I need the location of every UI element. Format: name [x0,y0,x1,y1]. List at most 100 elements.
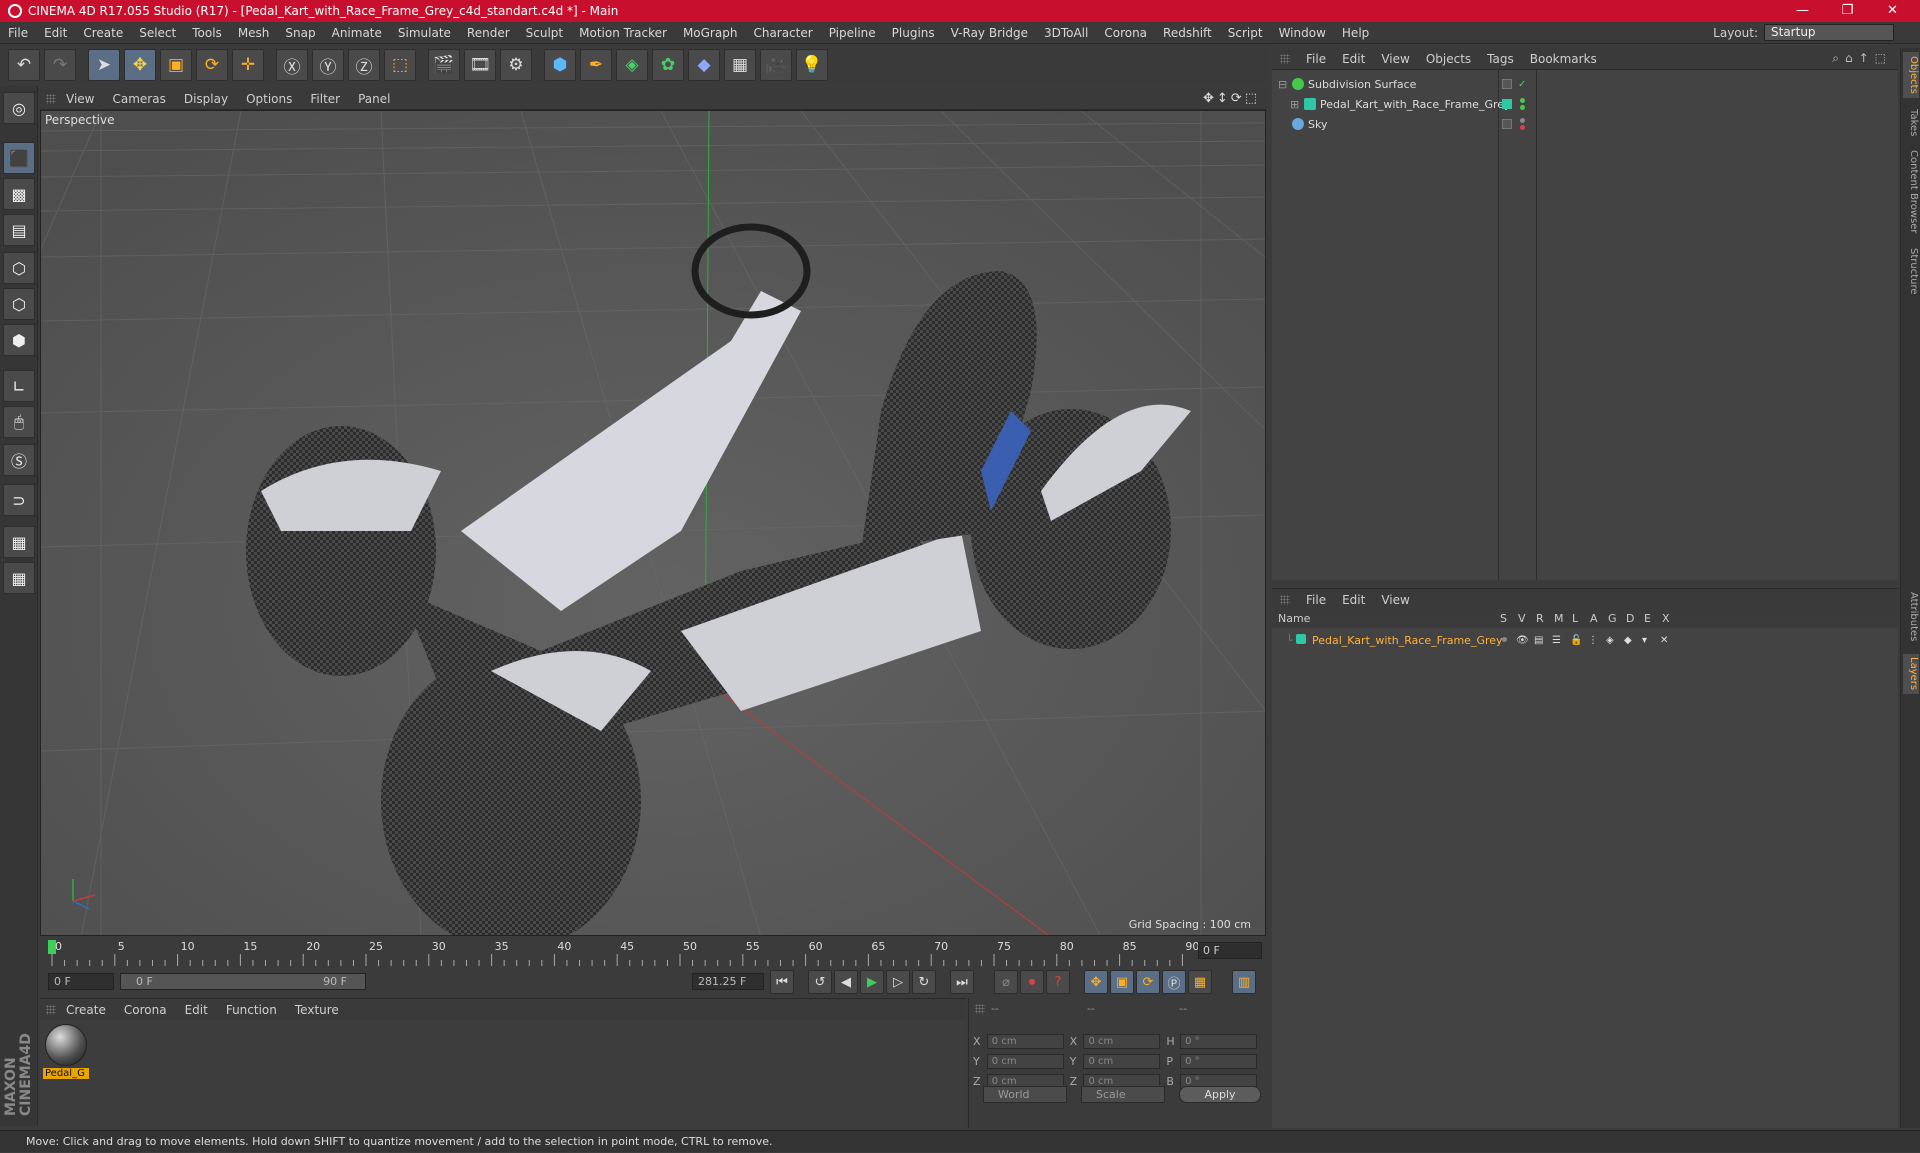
menu-redshift[interactable]: Redshift [1163,26,1212,40]
last-tool-icon[interactable]: ✛ [232,49,264,81]
viewport-menu-filter[interactable]: Filter [310,92,340,106]
viewport-perspective[interactable]: Perspective Grid Spacing : 100 cm [40,110,1266,936]
key-pla-icon[interactable]: ▦ [1188,970,1212,994]
layer-solo-dot[interactable] [1502,637,1507,642]
texture-mode-icon[interactable]: ▩ [3,178,35,210]
layer-render-icon[interactable]: ▤ [1534,635,1543,646]
scale-tool-icon[interactable]: ▣ [160,49,192,81]
magnet-icon[interactable]: ⊃ [3,484,35,516]
object-row-pedal-kart[interactable]: ⊞ Pedal_Kart_with_Race_Frame_Grey [1272,94,1898,114]
points-mode-icon[interactable]: ⬡ [3,252,35,284]
edges-mode-icon[interactable]: ⬡ [3,288,35,320]
viewport-menu-panel[interactable]: Panel [358,92,390,106]
visibility-toggle-icon[interactable] [1502,79,1512,89]
material-manager-area[interactable]: Pedal_G [40,1020,966,1128]
frame-range-slider[interactable]: 0 F 90 F [120,973,366,990]
material-menu-corona[interactable]: Corona [124,1003,167,1017]
z-axis-lock-icon[interactable]: Ⓩ [348,49,380,81]
object-menu-tags[interactable]: Tags [1487,52,1514,66]
menu-simulate[interactable]: Simulate [398,26,451,40]
menu-snap[interactable]: Snap [285,26,315,40]
coord-system-dropdown[interactable]: World [983,1086,1067,1103]
menu-mesh[interactable]: Mesh [238,26,270,40]
layer-manager-icon[interactable]: ☰ [1552,635,1561,646]
layer-col-deformers[interactable]: D [1626,612,1634,625]
menu-help[interactable]: Help [1342,26,1369,40]
layer-menu-view[interactable]: View [1381,593,1409,607]
make-editable-icon[interactable]: ◎ [3,92,35,124]
deformer-icon[interactable]: ◆ [688,49,720,81]
layer-col-name[interactable]: Name [1278,612,1310,625]
render-picture-viewer-icon[interactable]: 🎞 [464,49,496,81]
current-frame-field[interactable]: 0 F [1198,942,1262,959]
layer-lock-icon[interactable]: 🔓 [1570,635,1582,646]
object-manager-tree[interactable]: ⊟ Subdivision Surface ✓ ⊞ Pedal_Kart_wit… [1272,70,1898,580]
layer-xref-icon[interactable]: ✕ [1660,635,1668,646]
menu-corona[interactable]: Corona [1104,26,1147,40]
layer-col-expressions[interactable]: E [1644,612,1651,625]
layout-dropdown[interactable]: Startup [1764,24,1894,41]
size-x-field[interactable]: 0 cm [1083,1033,1161,1049]
layer-expression-icon[interactable]: ▾ [1642,635,1647,646]
close-icon[interactable]: ✕ [1870,0,1915,22]
layer-col-generators[interactable]: G [1608,612,1617,625]
menu-3dtoall[interactable]: 3DToAll [1044,26,1088,40]
goto-start-icon[interactable]: ⏮ [770,970,794,994]
menu-pipeline[interactable]: Pipeline [829,26,876,40]
collapse-icon[interactable]: ⊟ [1278,78,1287,91]
workplane-mode-icon[interactable]: ▤ [3,214,35,246]
layer-menu-file[interactable]: File [1306,593,1326,607]
layer-color-swatch[interactable] [1296,634,1306,644]
light-icon[interactable]: 💡 [796,49,828,81]
motion-path-icon[interactable]: ⌀ [994,970,1018,994]
editor-visibility-dot[interactable] [1520,118,1525,123]
menu-render[interactable]: Render [467,26,510,40]
menu-vray-bridge[interactable]: V-Ray Bridge [951,26,1028,40]
key-rotation-icon[interactable]: ⟳ [1136,970,1160,994]
viewport-navigation-icons[interactable]: ✥↕⟳⬚ [1203,91,1260,106]
layer-col-solo[interactable]: S [1500,612,1507,625]
viewport-menu-options[interactable]: Options [246,92,292,106]
render-view-icon[interactable]: 🎬 [428,49,460,81]
polygons-mode-icon[interactable]: ⬢ [3,324,35,356]
enabled-check-icon[interactable]: ✓ [1518,79,1526,90]
autokey-icon[interactable]: ? [1046,970,1070,994]
layer-col-xref[interactable]: X [1662,612,1670,625]
editor-visibility-dot[interactable] [1520,98,1525,103]
next-frame-icon[interactable]: ▷ [886,970,910,994]
tab-content-browser[interactable]: Content Browser [1903,148,1919,236]
axis-mode-icon[interactable]: ∟ [3,370,35,402]
layer-manager-list[interactable]: └ Pedal_Kart_with_Race_Frame_Grey 👁 ▤ ☰ … [1272,628,1898,1128]
rotate-tool-icon[interactable]: ⟳ [196,49,228,81]
material-menu-create[interactable]: Create [66,1003,106,1017]
menu-window[interactable]: Window [1279,26,1326,40]
planar-workplane-icon[interactable]: ▦ [3,562,35,594]
tab-takes[interactable]: Takes [1903,106,1919,140]
panel-handle-icon[interactable] [975,1004,985,1014]
floor-icon[interactable]: ▦ [724,49,756,81]
panel-handle-icon[interactable] [46,94,56,104]
goto-next-key-icon[interactable]: ↻ [912,970,936,994]
menu-motion-tracker[interactable]: Motion Tracker [579,26,667,40]
menu-character[interactable]: Character [753,26,812,40]
layer-animation-icon[interactable]: ⋮ [1588,635,1598,646]
end-frame-field[interactable]: 281.25 F [692,973,764,990]
object-menu-objects[interactable]: Objects [1426,52,1471,66]
tab-structure[interactable]: Structure [1903,244,1919,298]
goto-previous-key-icon[interactable]: ↺ [808,970,832,994]
layer-menu-edit[interactable]: Edit [1342,593,1365,607]
object-menu-view[interactable]: View [1381,52,1409,66]
menu-sculpt[interactable]: Sculpt [526,26,563,40]
cube-primitive-icon[interactable]: ⬢ [544,49,576,81]
cloner-icon[interactable]: ✿ [652,49,684,81]
layer-col-view[interactable]: V [1518,612,1526,625]
material-thumbnail[interactable]: Pedal_G [43,1024,89,1080]
start-frame-field[interactable]: 0 F [48,973,114,990]
tab-attributes[interactable]: Attributes [1903,588,1919,646]
layer-generator-icon[interactable]: ◈ [1606,635,1614,646]
position-y-field[interactable]: 0 cm [986,1053,1064,1069]
apply-button[interactable]: Apply [1179,1086,1261,1103]
viewport-menu-view[interactable]: View [66,92,94,106]
undo-icon[interactable]: ↶ [8,49,40,81]
layer-name[interactable]: Pedal_Kart_with_Race_Frame_Grey [1312,634,1503,647]
